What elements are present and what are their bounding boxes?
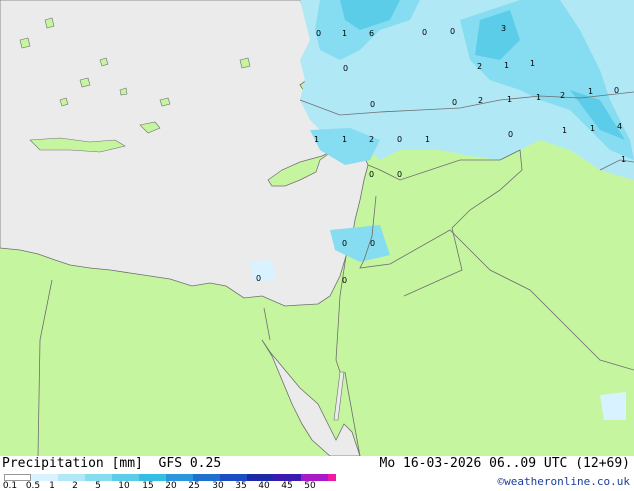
map-label: 1 (621, 155, 626, 164)
legend-title: Precipitation [mm] GFS 0.25 (2, 456, 222, 471)
scale-swatch (166, 474, 193, 481)
precipitation-map: 0 1 6 0 0 3 0 2 1 1 2 1 0 0 2 1 1 0 1 4 … (0, 0, 634, 457)
map-label: 0 (397, 135, 402, 144)
map-label: 0 (369, 170, 374, 179)
map-label: 0 (508, 130, 513, 139)
map-label: 0 (370, 100, 375, 109)
scale-swatch (31, 474, 58, 481)
map-label: 1 (342, 135, 347, 144)
scale-swatch (193, 474, 220, 481)
map-label: 0 (614, 86, 619, 95)
map-label: 0 (256, 274, 261, 283)
map-label: 2 (560, 91, 565, 100)
map-label: 1 (562, 126, 567, 135)
map-label: 0 (370, 239, 375, 248)
scale-swatch (301, 474, 328, 481)
map-label: 0 (342, 276, 347, 285)
scale-swatch (247, 474, 274, 481)
map-label: 0 (397, 170, 402, 179)
map-label: 3 (501, 24, 506, 33)
map-label: 2 (478, 96, 483, 105)
scale-swatch (328, 474, 336, 481)
scale-swatch (4, 474, 31, 481)
map-label: 1 (530, 59, 535, 68)
scale-swatch (112, 474, 139, 481)
map-label: 2 (477, 62, 482, 71)
map-label: 0 (450, 27, 455, 36)
scale-swatch (274, 474, 301, 481)
map-label: 1 (314, 135, 319, 144)
map-label: 0 (343, 64, 348, 73)
scale-swatch (139, 474, 166, 481)
map-label: 0 (452, 98, 457, 107)
credit-link[interactable]: ©weatheronline.co.uk (498, 475, 630, 488)
map-label: 4 (617, 122, 622, 131)
map-label: 0 (316, 29, 321, 38)
scale-swatch (58, 474, 85, 481)
map-label: 1 (536, 93, 541, 102)
legend-footer: Precipitation [mm] GFS 0.25 Mo 16-03-202… (0, 456, 634, 491)
map-label: 1 (425, 135, 430, 144)
map-label: 6 (369, 29, 374, 38)
map-label: 1 (588, 87, 593, 96)
scale-swatch (85, 474, 112, 481)
map-label: 1 (342, 29, 347, 38)
map-label: 2 (369, 135, 374, 144)
map-label: 1 (507, 95, 512, 104)
map-label: 1 (590, 124, 595, 133)
scale-swatch (220, 474, 247, 481)
validity-time: Mo 16-03-2026 06..09 UTC (12+69) (379, 456, 630, 471)
map-label: 0 (422, 28, 427, 37)
color-scale-bar (4, 474, 336, 481)
map-label: 0 (342, 239, 347, 248)
map-label: 1 (504, 61, 509, 70)
